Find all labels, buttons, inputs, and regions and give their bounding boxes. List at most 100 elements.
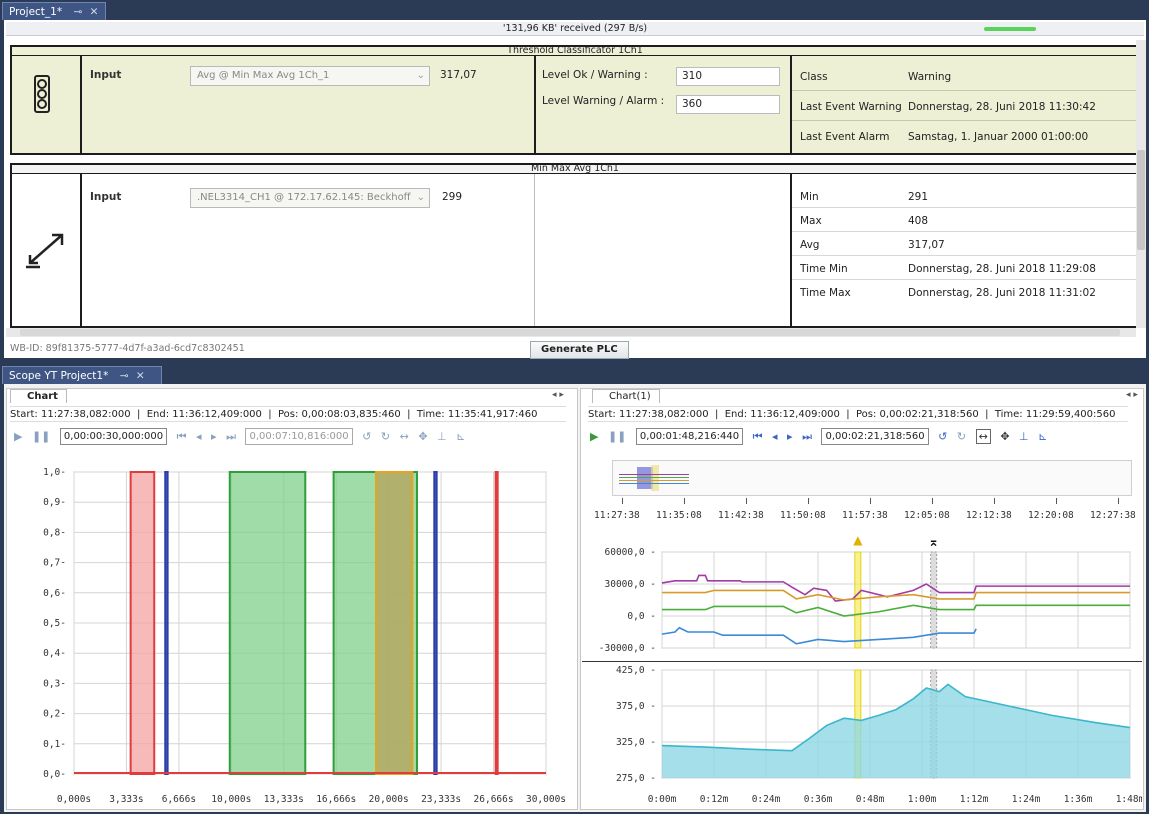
y-tick-label: 0,4-	[43, 648, 66, 659]
position-field[interactable]: 0,00:07:10,816:000	[245, 428, 353, 445]
redo-icon[interactable]: ↻	[381, 430, 390, 443]
x-tick-label: 0:36m	[804, 794, 833, 805]
tab-scroll-icon[interactable]: ◂ ▸	[1126, 390, 1138, 400]
prop-row: Time Min Donnerstag, 28. Juni 2018 11:29:…	[792, 257, 1138, 280]
close-icon[interactable]: ✕	[136, 370, 145, 382]
tab-scope[interactable]: Scope YT Project1* ⊸ ✕	[2, 366, 162, 384]
level-ok-label: Level Ok / Warning :	[542, 69, 648, 81]
signal-band	[494, 471, 499, 775]
tab-scroll-icon[interactable]: ◂ ▸	[552, 390, 564, 400]
skip-end-icon[interactable]: ⏭	[802, 430, 812, 444]
scrollbar-thumb[interactable]	[1137, 150, 1145, 250]
x-tick-label: 3,333s	[109, 794, 143, 805]
generate-plc-button[interactable]: Generate PLC	[530, 341, 629, 359]
zoom-icon[interactable]: ⊾	[1038, 430, 1047, 443]
axis-icon[interactable]: ⊥	[437, 430, 447, 443]
horizontal-scrollbar[interactable]	[6, 328, 1136, 337]
overview-axis: 11:27:38 11:35:08 11:42:38 11:50:08 11:57:38…	[586, 498, 1142, 528]
pan-horizontal-icon[interactable]: ↔	[975, 429, 991, 444]
x-tick-label: 0:00m	[648, 794, 677, 805]
left-toolbar: ▶ ❚❚ 0,00:00:30,000:000 ⏮ ◂ ▸ ⏭ 0,00:07:…	[14, 428, 471, 448]
overview-tick-mark	[684, 498, 685, 504]
scrollbar-thumb[interactable]	[20, 329, 1120, 336]
move-icon[interactable]: ✥	[1000, 430, 1009, 443]
skip-end-icon[interactable]: ⏭	[226, 430, 236, 444]
undo-icon[interactable]: ↺	[938, 430, 947, 443]
y-tick-label: 0,2-	[43, 709, 66, 720]
level-ok-input[interactable]: 310	[676, 67, 780, 86]
close-icon[interactable]: ✕	[90, 6, 99, 18]
signal-band	[228, 471, 307, 775]
pin-icon[interactable]: ⊸	[73, 6, 82, 18]
overview-tick-label: 11:35:08	[656, 510, 702, 521]
threshold-input-label: Input	[90, 69, 122, 81]
prop-row: Class Warning	[792, 63, 1138, 91]
x-tick-label: 26,666s	[474, 794, 514, 805]
skip-start-icon[interactable]: ⏮	[177, 430, 187, 444]
level-warning-label: Level Warning / Alarm :	[542, 95, 665, 107]
y-tick-label: 0,1-	[43, 739, 66, 750]
overview-strip[interactable]	[612, 460, 1132, 496]
zoom-icon[interactable]: ⊾	[456, 430, 465, 443]
pin-icon[interactable]: ⊸	[120, 370, 129, 382]
step-back-icon[interactable]: ◂	[196, 430, 202, 443]
position-field[interactable]: 0,00:02:21,318:560	[821, 428, 929, 445]
chevron-down-icon: ⌄	[416, 192, 425, 203]
overview-tick-label: 11:42:38	[718, 510, 764, 521]
minmax-input-number: 299	[442, 191, 463, 203]
level-warning-input[interactable]: 360	[676, 95, 780, 114]
tab-chart[interactable]: Chart	[10, 389, 67, 403]
multi-channel-chart[interactable]: 60000,0 - 30000,0 - 0,0 - -30000,0 - ▲ ⌅	[582, 528, 1142, 662]
traffic-light-icon	[34, 75, 50, 113]
minmax-input-select[interactable]: .NEL3314_CH1 @ 172.17.62.145: Beckhoff ⌄	[190, 188, 430, 208]
pause-icon[interactable]: ❚❚	[608, 430, 626, 443]
x-tick-label: 6,666s	[162, 794, 196, 805]
x-tick-label: 1:24m	[1012, 794, 1041, 805]
prop-row: Avg 317,07	[792, 233, 1138, 256]
x-tick-label: 1:12m	[960, 794, 989, 805]
overview-tick-mark	[808, 498, 809, 504]
x-tick-label: 1:00m	[908, 794, 937, 805]
minmax-block: Min Max Avg 1Ch1 Input .NEL3314_CH1 @ 17…	[10, 163, 1140, 328]
vertical-scrollbar[interactable]	[1136, 40, 1146, 328]
step-forward-icon[interactable]: ▸	[211, 430, 217, 443]
y-tick-label: 325,0 -	[616, 737, 656, 748]
step-back-icon[interactable]: ◂	[772, 430, 778, 443]
x-tick-label: 16,666s	[316, 794, 356, 805]
redo-icon[interactable]: ↻	[957, 430, 966, 443]
prop-row: Last Event Warning Donnerstag, 28. Juni 2…	[792, 93, 1138, 121]
tab-project[interactable]: Project_1* ⊸ ✕	[2, 2, 106, 20]
threshold-props: Class Warning Last Event Warning Donnersta…	[792, 57, 1138, 153]
pan-horizontal-icon[interactable]: ↔	[400, 430, 409, 443]
y-tick-label: 0,8-	[43, 527, 66, 538]
left-info-line: Start: 11:27:38,082:000 | End: 11:36:12,…	[10, 406, 566, 422]
axis-icon[interactable]: ⊥	[1019, 430, 1029, 443]
window-length-field[interactable]: 0,00:01:48,216:440	[635, 428, 744, 445]
pause-icon[interactable]: ❚❚	[32, 430, 50, 443]
progress-indicator	[984, 27, 1036, 31]
skip-start-icon[interactable]: ⏮	[753, 430, 763, 444]
overview-tick-label: 11:50:08	[780, 510, 826, 521]
y-tick-label: -30000,0 -	[599, 643, 656, 654]
single-channel-chart[interactable]: 425,0 - 375,0 - 325,0 - 275,0 - 0:00m 0:12m 0:…	[582, 662, 1142, 808]
signal-band	[164, 471, 169, 775]
overview-tick-mark	[932, 498, 933, 504]
overview-tick-label: 11:27:38	[594, 510, 640, 521]
tab-chart-1[interactable]: Chart(1)	[592, 389, 660, 403]
prop-row: Min 291	[792, 185, 1138, 208]
play-icon[interactable]: ▶	[14, 430, 22, 443]
chevron-down-icon: ⌄	[416, 70, 425, 81]
x-tick-label: 23,333s	[421, 794, 461, 805]
wb-id: WB-ID: 89f81375-5777-4d7f-a3ad-6cd7c8302…	[10, 343, 245, 354]
overview-tick-label: 11:57:38	[842, 510, 888, 521]
step-forward-icon[interactable]: ▸	[787, 430, 793, 443]
move-icon[interactable]: ✥	[418, 430, 427, 443]
window-length-field[interactable]: 0,00:00:30,000:000	[59, 428, 168, 445]
y-tick-label: 0,3-	[43, 678, 66, 689]
left-digital-chart[interactable]: 0,0- 0,1- 0,2- 0,3- 0,4- 0,5- 0,6- 0,7- 0,8- 0,9-…	[8, 456, 574, 808]
threshold-input-select[interactable]: Avg @ Min Max Avg 1Ch_1 ⌄	[190, 66, 430, 86]
play-icon[interactable]: ▶	[590, 430, 598, 443]
undo-icon[interactable]: ↺	[362, 430, 371, 443]
overview-tick-mark	[1056, 498, 1057, 504]
x-tick-label: 30,000s	[526, 794, 566, 805]
